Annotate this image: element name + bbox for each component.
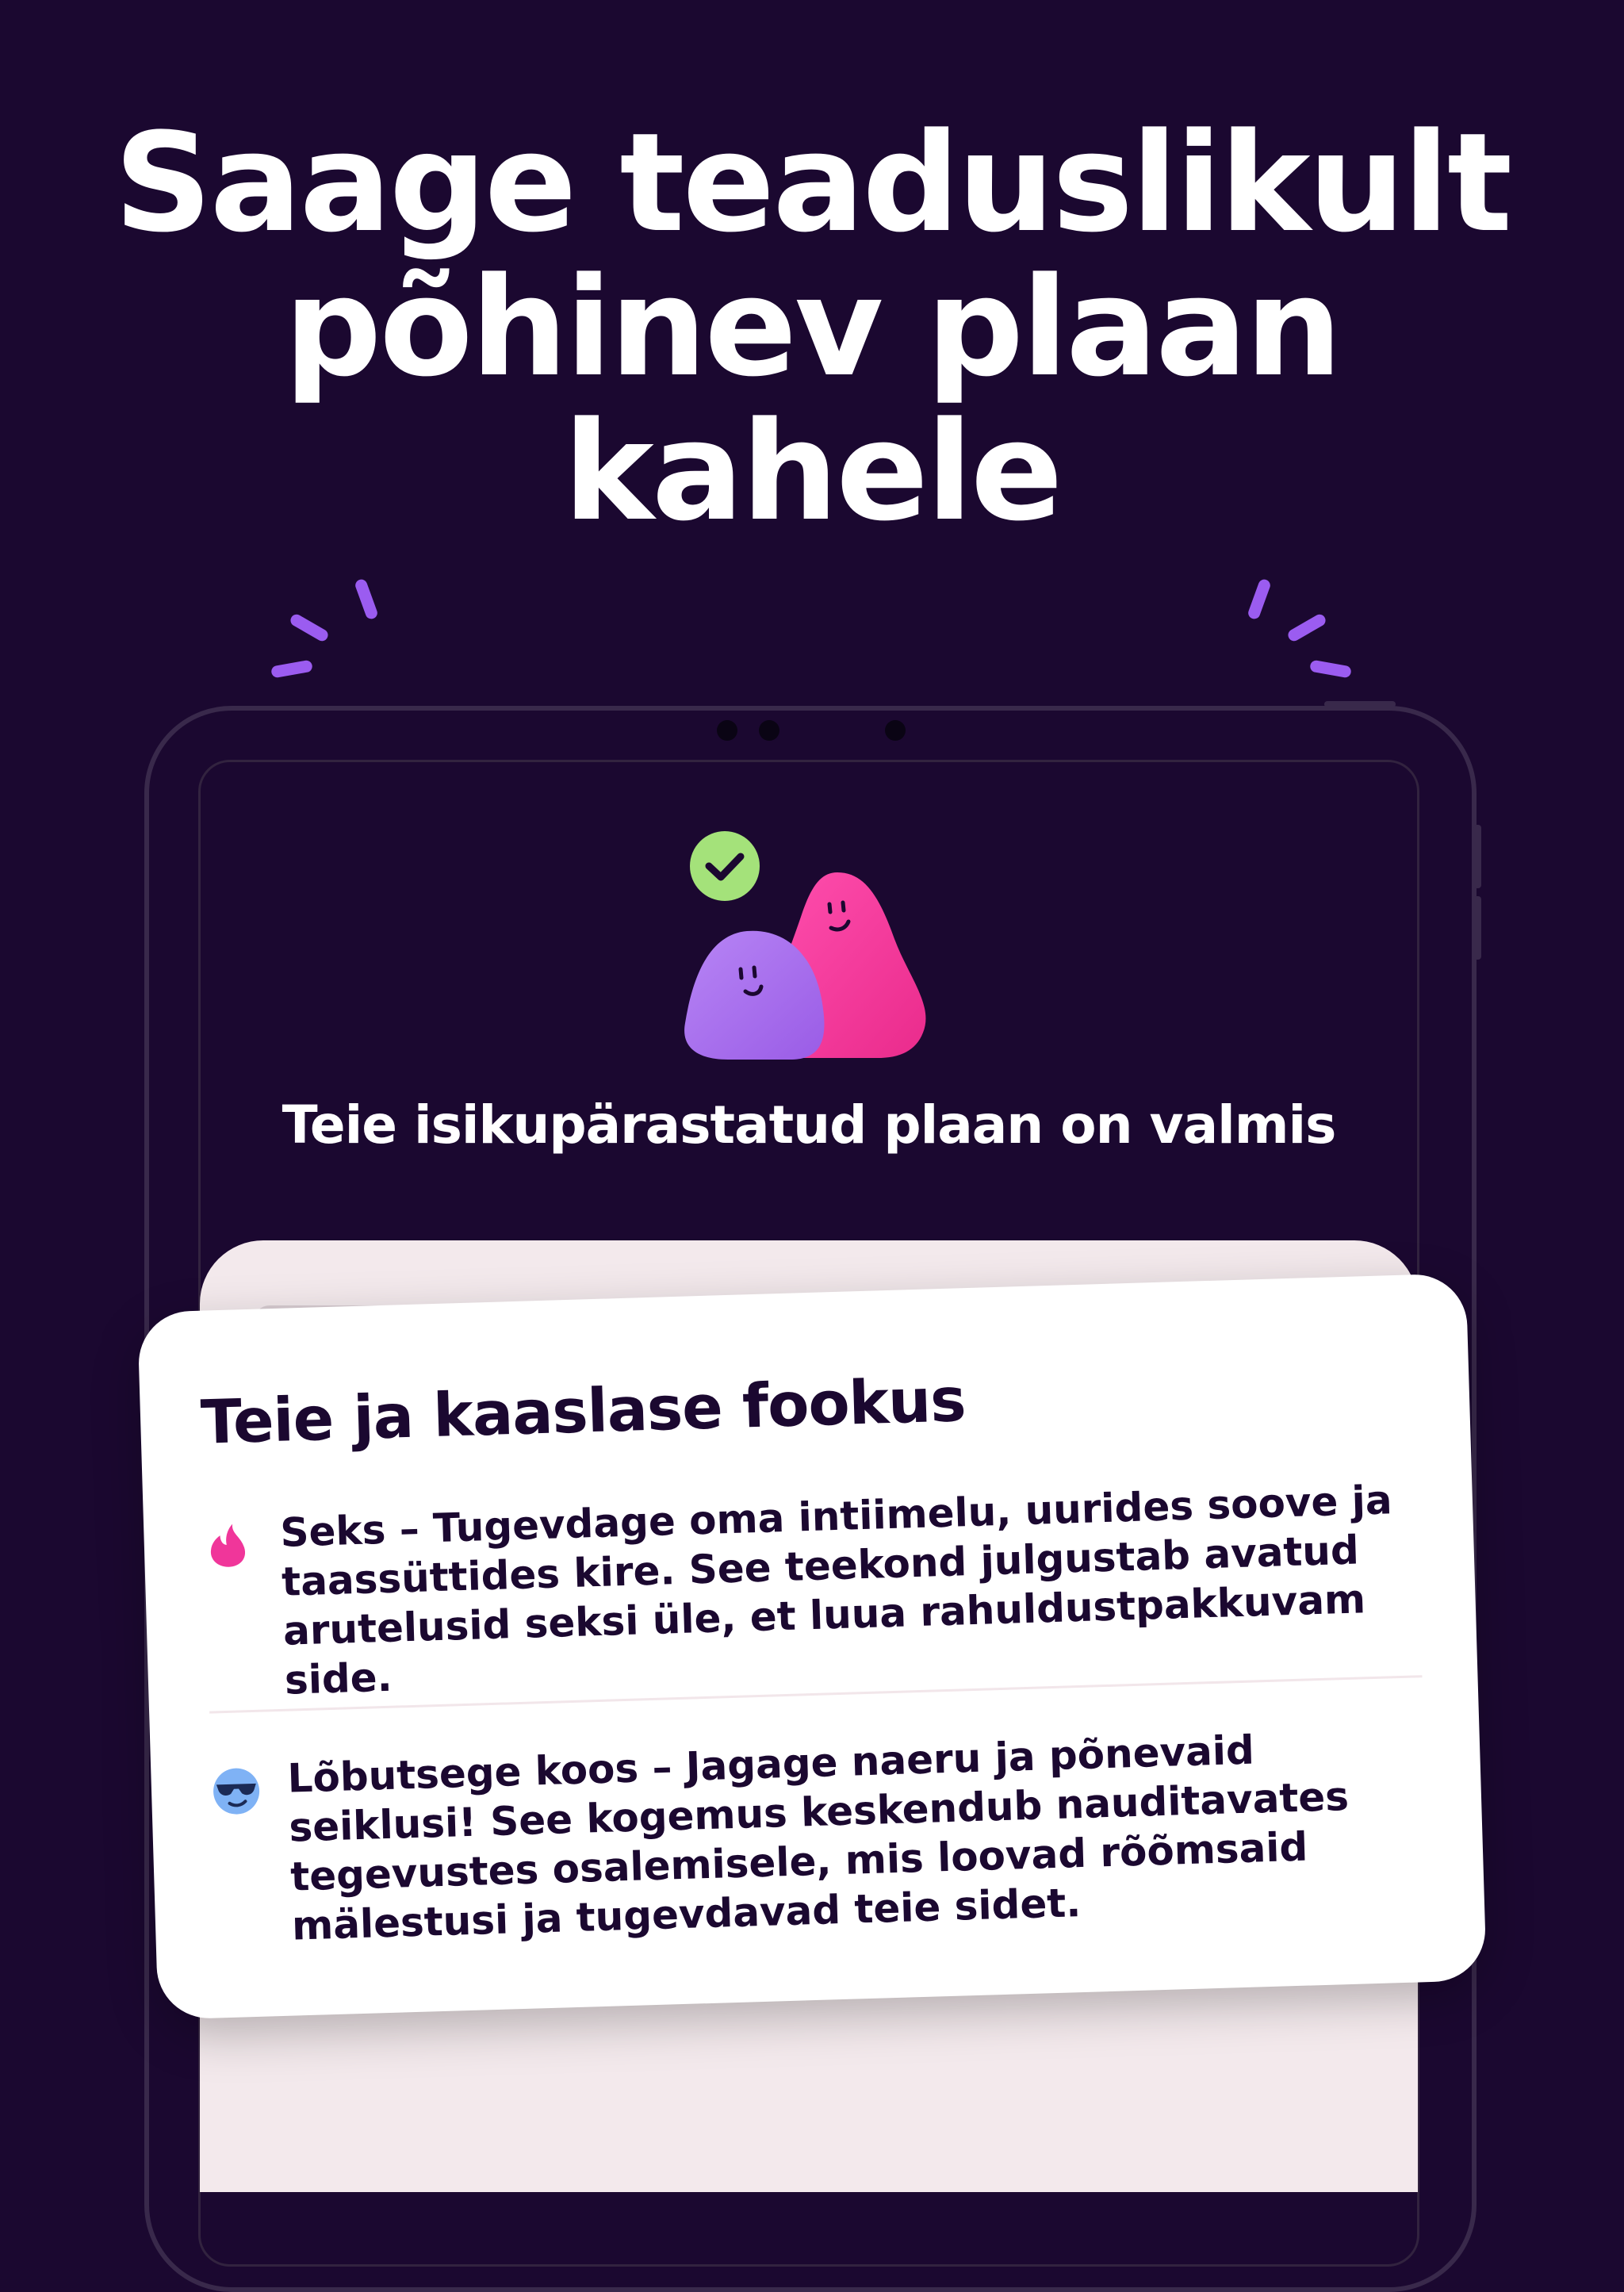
- side-button: [1473, 896, 1481, 960]
- focus-item-fun: Lõbutsege koos – Jagage naeru ja põnevai…: [211, 1720, 1431, 1949]
- camera-dot-icon: [717, 720, 737, 741]
- plan-ready-title: Teie isikupärastatud plaan on valmis: [282, 1094, 1337, 1156]
- headline-line-3: kahele: [563, 392, 1063, 551]
- couple-mascots-illustration: [684, 831, 926, 1060]
- check-badge-icon: [690, 831, 760, 901]
- focus-item-text: Seks – Tugevdage oma intiimelu, uurides …: [279, 1477, 1393, 1704]
- focus-card-title: Teie ja kaaslase fookus: [199, 1364, 967, 1458]
- side-button: [1473, 825, 1481, 888]
- headline-line-2: põhinev plaan: [284, 247, 1342, 407]
- camera-dot-icon: [759, 720, 779, 741]
- focus-item-sex: Seks – Tugevdage oma intiimelu, uurides …: [204, 1474, 1424, 1704]
- focus-item-text: Lõbutsege koos – Jagage naeru ja põnevai…: [286, 1727, 1350, 1949]
- top-button: [1324, 701, 1396, 707]
- focus-card: Teie ja kaaslase fookus Seks – Tugevdage…: [137, 1273, 1487, 2020]
- flame-icon: [210, 1524, 245, 1567]
- headline-line-1: Saage teaduslikult: [113, 103, 1512, 263]
- headline: Saage teaduslikult põhinev plaan kahele: [0, 111, 1624, 544]
- sunglasses-face-icon: [213, 1768, 260, 1815]
- sensor-dot-icon: [885, 720, 906, 741]
